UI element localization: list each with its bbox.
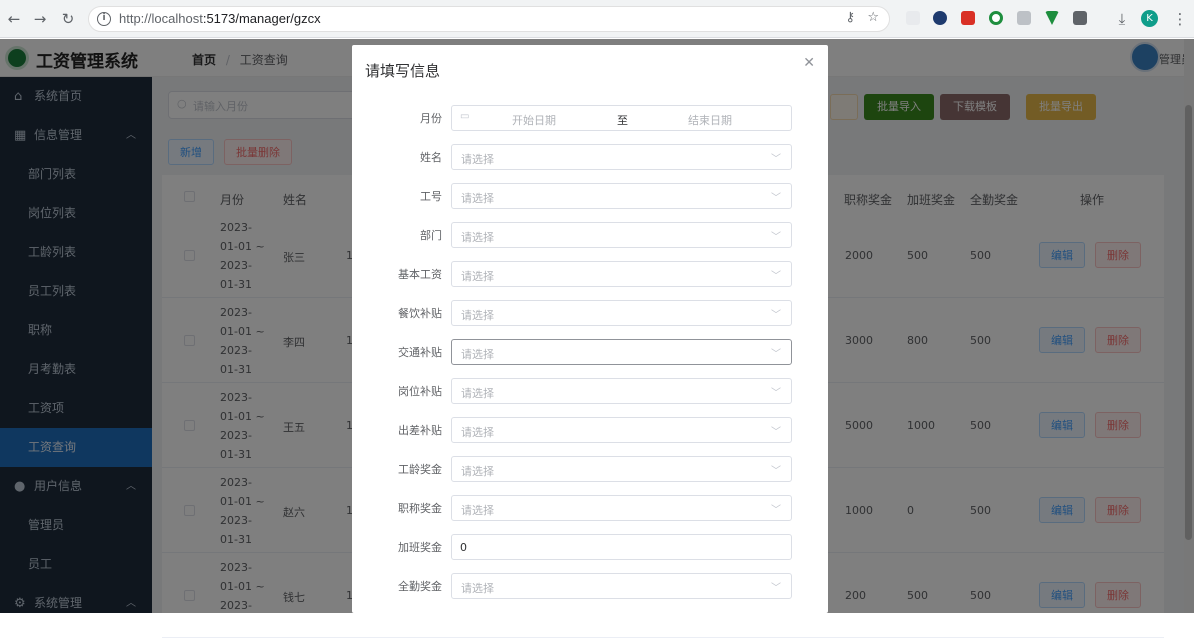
extension-icon[interactable] xyxy=(906,11,920,25)
title-bonus-select[interactable]: 请选择 ﹀ xyxy=(451,495,792,521)
extension-ring-icon[interactable] xyxy=(989,11,1003,25)
dialog-title: 请填写信息 xyxy=(365,62,441,80)
field-label: 姓名 xyxy=(420,151,442,164)
reload-icon[interactable]: ↻ xyxy=(58,9,78,29)
select-placeholder: 请选择 xyxy=(461,309,494,322)
extensions-puzzle-icon[interactable] xyxy=(1073,11,1087,25)
bookmark-star-icon[interactable]: ☆ xyxy=(867,10,879,25)
extension-check-icon[interactable] xyxy=(933,11,947,25)
forward-icon[interactable]: → xyxy=(30,9,50,29)
month-range-picker[interactable]: ▭ 开始日期 至 结束日期 xyxy=(451,105,792,131)
browser-menu-icon[interactable]: ⋮ xyxy=(1170,9,1190,29)
meal-allowance-select[interactable]: 请选择 ﹀ xyxy=(451,300,792,326)
attendance-bonus-select[interactable]: 请选择 ﹀ xyxy=(451,573,792,599)
chevron-down-icon: ﹀ xyxy=(771,310,781,321)
calendar-icon: ▭ xyxy=(460,111,470,122)
edit-dialog: 请填写信息 ✕ 月份 ▭ 开始日期 至 结束日期 姓名 请选择 ﹀ 工号 请选择 ﹀… xyxy=(352,45,828,613)
form-row-seniority-bonus: 工龄奖金 请选择 ﹀ xyxy=(352,456,828,482)
chevron-down-icon: ﹀ xyxy=(771,388,781,399)
form-row-meal-allowance: 餐饮补贴 请选择 ﹀ xyxy=(352,300,828,326)
field-label: 岗位补贴 xyxy=(398,385,442,398)
chevron-down-icon: ﹀ xyxy=(771,466,781,477)
form-row-transport-allowance: 交通补贴 请选择 ﹀ xyxy=(352,339,828,365)
name-select[interactable]: 请选择 ﹀ xyxy=(451,144,792,170)
address-bar[interactable]: i http://localhost:5173/manager/gzcx ⚷ ☆ xyxy=(88,6,890,32)
select-placeholder: 请选择 xyxy=(461,348,494,361)
select-placeholder: 请选择 xyxy=(461,465,494,478)
field-label: 出差补贴 xyxy=(398,424,442,437)
form-row-base-salary: 基本工资 请选择 ﹀ xyxy=(352,261,828,287)
field-label: 基本工资 xyxy=(398,268,442,281)
field-label: 全勤奖金 xyxy=(398,580,442,593)
field-label: 部门 xyxy=(420,229,442,242)
form-row-name: 姓名 请选择 ﹀ xyxy=(352,144,828,170)
close-icon[interactable]: ✕ xyxy=(803,55,815,71)
site-info-icon[interactable]: i xyxy=(97,12,111,26)
input-value: 0 xyxy=(460,541,467,554)
range-separator: 至 xyxy=(617,114,628,127)
extension-fe-icon[interactable] xyxy=(961,11,975,25)
form-row-attendance-bonus: 全勤奖金 请选择 ﹀ xyxy=(352,573,828,599)
select-placeholder: 请选择 xyxy=(461,270,494,283)
url-text: http://localhost:5173/manager/gzcx xyxy=(119,11,321,26)
form-row-employee-id: 工号 请选择 ﹀ xyxy=(352,183,828,209)
chevron-down-icon: ﹀ xyxy=(771,349,781,360)
field-label: 月份 xyxy=(420,112,442,125)
position-allowance-select[interactable]: 请选择 ﹀ xyxy=(451,378,792,404)
extension-recycle-icon[interactable] xyxy=(1017,11,1031,25)
vue-devtools-icon[interactable] xyxy=(1045,11,1059,25)
end-date-placeholder[interactable]: 结束日期 xyxy=(688,112,732,128)
form-row-overtime-bonus: 加班奖金 0 xyxy=(352,534,828,560)
profile-avatar[interactable]: K xyxy=(1141,10,1158,27)
travel-allowance-select[interactable]: 请选择 ﹀ xyxy=(451,417,792,443)
chevron-down-icon: ﹀ xyxy=(771,232,781,243)
download-icon[interactable]: ⤓ xyxy=(1112,9,1132,29)
chevron-down-icon: ﹀ xyxy=(771,505,781,516)
transport-allowance-select[interactable]: 请选择 ﹀ xyxy=(451,339,792,365)
select-placeholder: 请选择 xyxy=(461,192,494,205)
select-placeholder: 请选择 xyxy=(461,426,494,439)
field-label: 职称奖金 xyxy=(398,502,442,515)
start-date-placeholder[interactable]: 开始日期 xyxy=(512,112,556,128)
back-icon[interactable]: ← xyxy=(4,9,24,29)
field-label: 工号 xyxy=(420,190,442,203)
field-label: 工龄奖金 xyxy=(398,463,442,476)
field-label: 加班奖金 xyxy=(398,541,442,554)
field-label: 交通补贴 xyxy=(398,346,442,359)
browser-toolbar: ← → ↻ i http://localhost:5173/manager/gz… xyxy=(0,0,1194,38)
seniority-bonus-select[interactable]: 请选择 ﹀ xyxy=(451,456,792,482)
password-key-icon[interactable]: ⚷ xyxy=(845,10,855,25)
chevron-down-icon: ﹀ xyxy=(771,193,781,204)
employee-id-select[interactable]: 请选择 ﹀ xyxy=(451,183,792,209)
chevron-down-icon: ﹀ xyxy=(771,583,781,594)
select-placeholder: 请选择 xyxy=(461,387,494,400)
select-placeholder: 请选择 xyxy=(461,231,494,244)
chevron-down-icon: ﹀ xyxy=(771,154,781,165)
chevron-down-icon: ﹀ xyxy=(771,427,781,438)
department-select[interactable]: 请选择 ﹀ xyxy=(451,222,792,248)
base-salary-select[interactable]: 请选择 ﹀ xyxy=(451,261,792,287)
select-placeholder: 请选择 xyxy=(461,153,494,166)
overtime-bonus-input[interactable]: 0 xyxy=(451,534,792,560)
select-placeholder: 请选择 xyxy=(461,504,494,517)
field-label: 餐饮补贴 xyxy=(398,307,442,320)
form-row-department: 部门 请选择 ﹀ xyxy=(352,222,828,248)
chevron-down-icon: ﹀ xyxy=(771,271,781,282)
form-row-position-allowance: 岗位补贴 请选择 ﹀ xyxy=(352,378,828,404)
select-placeholder: 请选择 xyxy=(461,582,494,595)
form-row-title-bonus: 职称奖金 请选择 ﹀ xyxy=(352,495,828,521)
form-row-month: 月份 ▭ 开始日期 至 结束日期 xyxy=(352,105,828,131)
form-row-travel-allowance: 出差补贴 请选择 ﹀ xyxy=(352,417,828,443)
